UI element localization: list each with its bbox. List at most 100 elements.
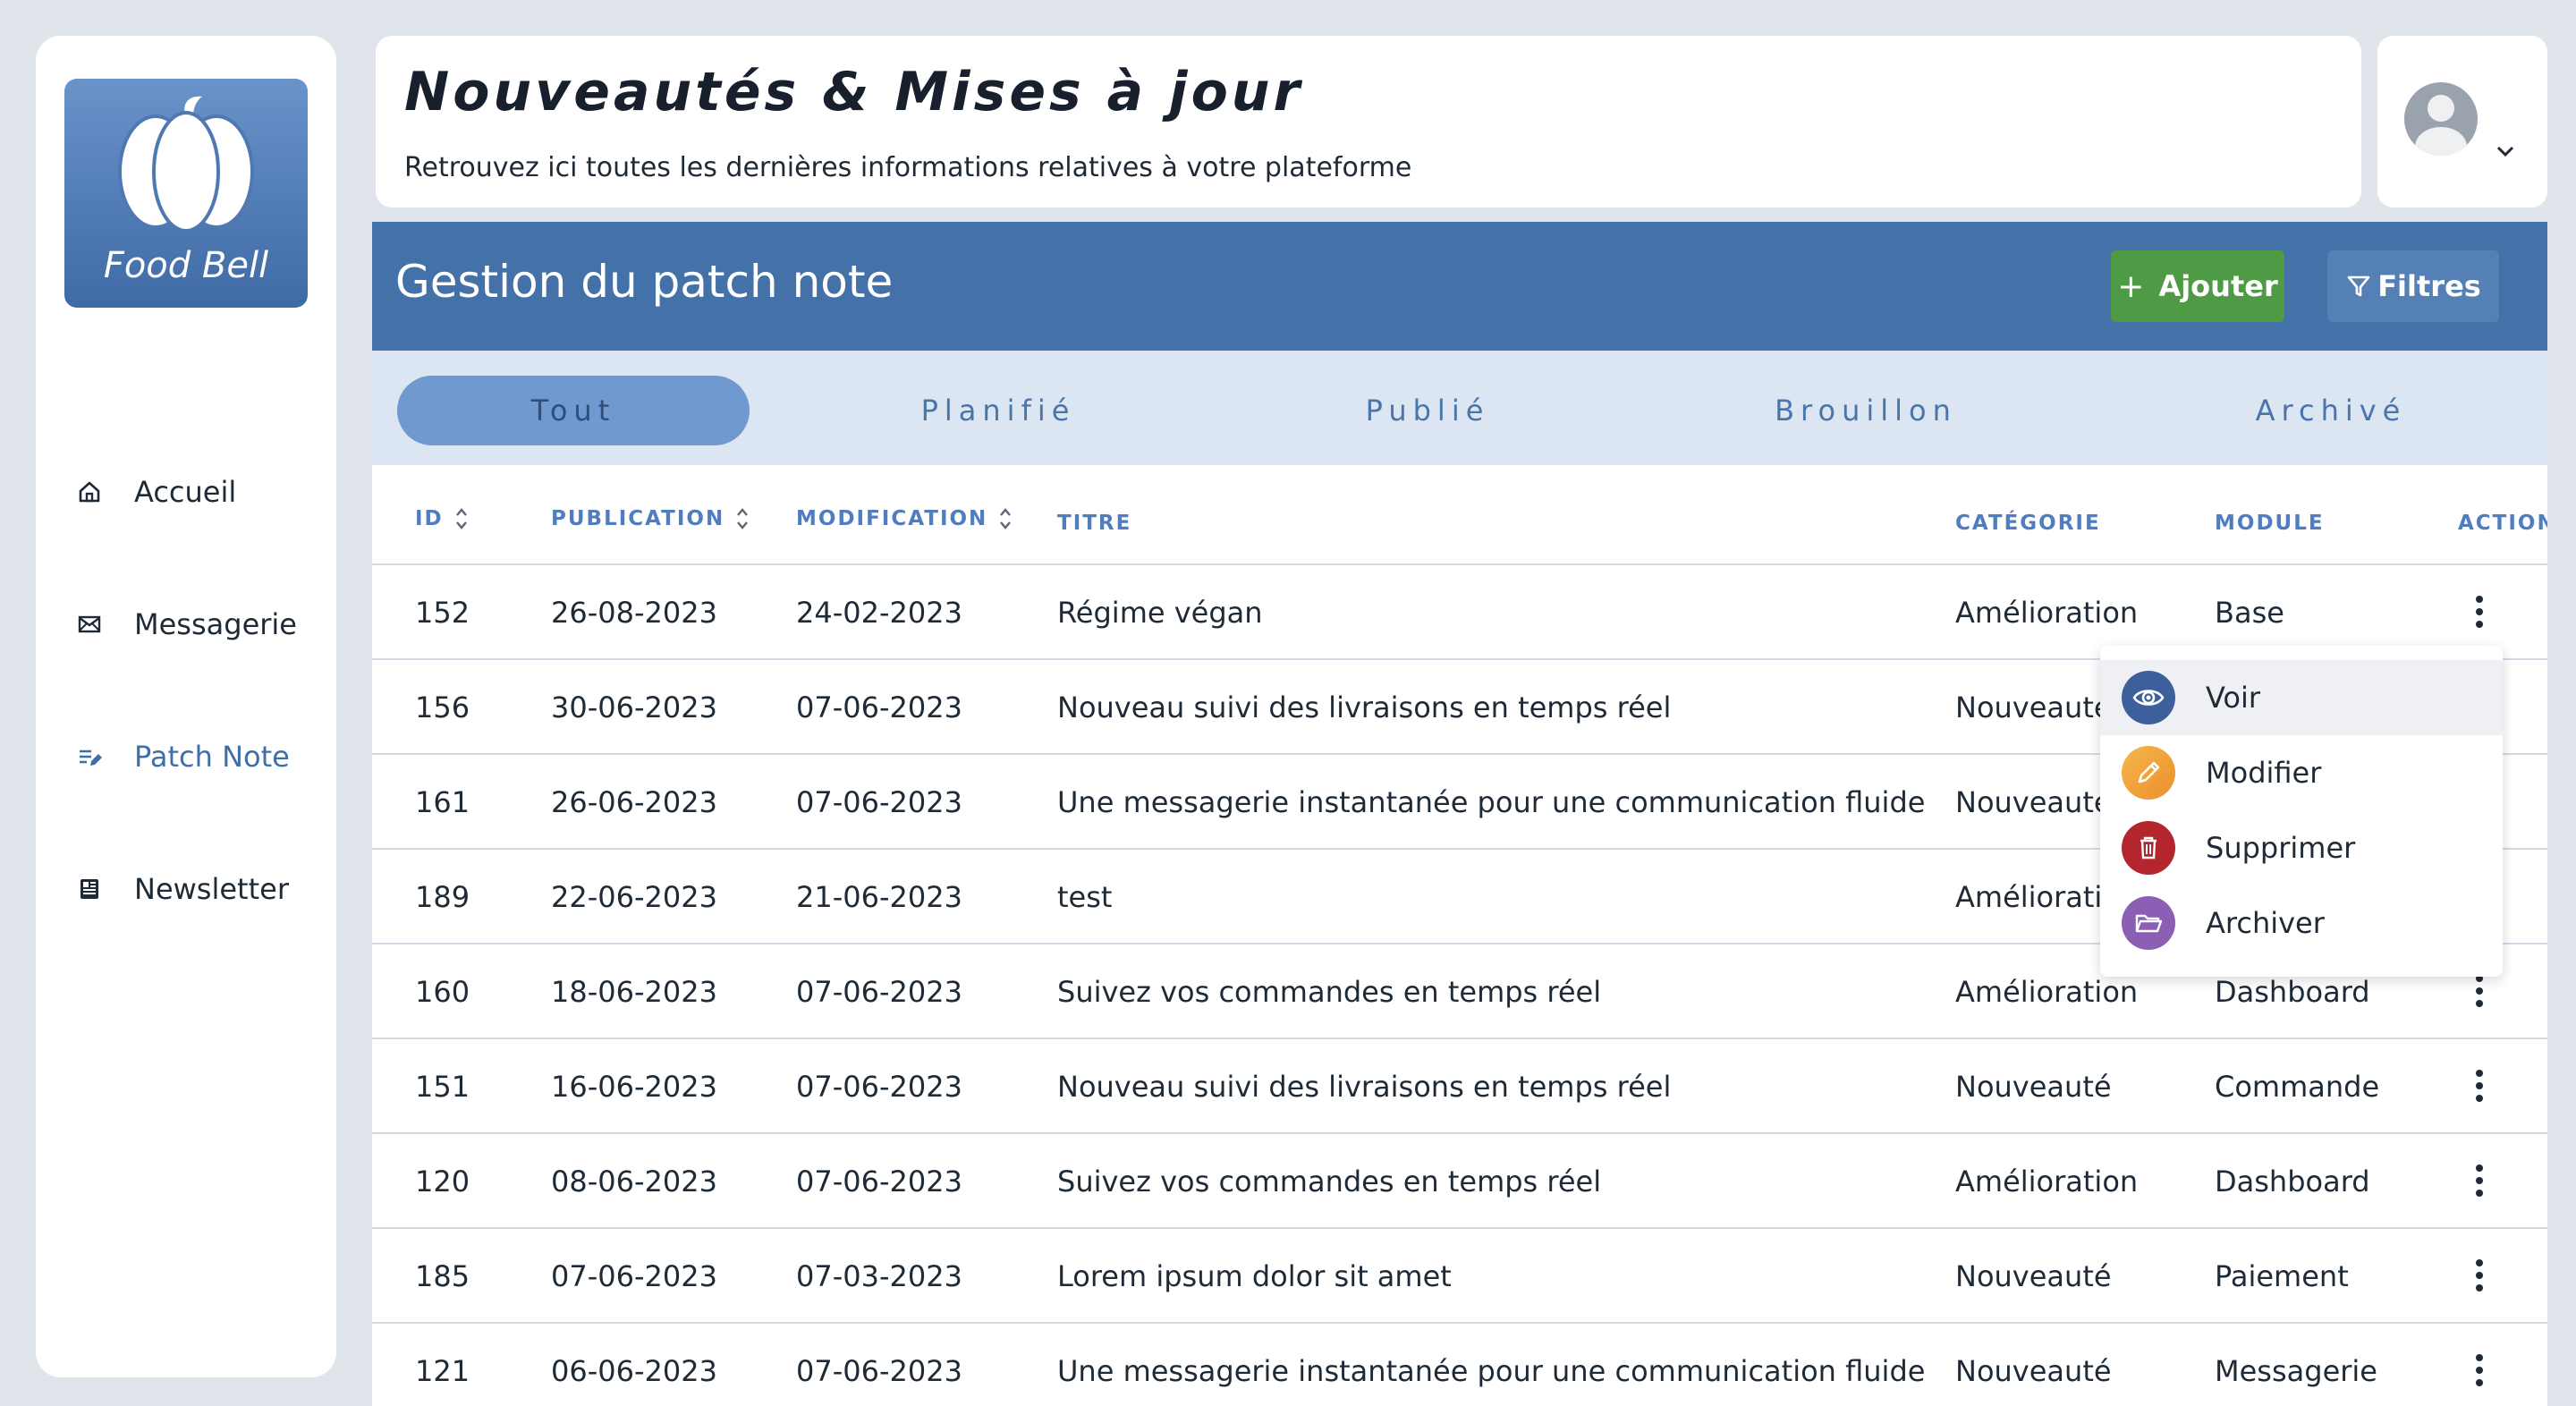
column-label: MODULE: [2215, 512, 2325, 535]
tab-label: Tout: [530, 394, 616, 428]
sidebar-item-label: Accueil: [134, 475, 237, 509]
cell-modification: 07-06-2023: [796, 785, 962, 819]
folder-icon: [2122, 896, 2175, 950]
cell-publication: 06-06-2023: [551, 1354, 717, 1388]
cell-id: 185: [415, 1259, 470, 1293]
patch-note-panel: Gestion du patch note + Ajouter Filtres …: [372, 222, 2547, 1406]
cell-id: 151: [415, 1070, 470, 1104]
cell-publication: 16-06-2023: [551, 1070, 717, 1104]
table-row[interactable]: 185 07-06-2023 07-03-2023 Lorem ipsum dolor…: [372, 1227, 2547, 1322]
cell-titre: Lorem ipsum dolor sit amet: [1057, 1259, 1452, 1293]
cell-publication: 18-06-2023: [551, 975, 717, 1009]
user-menu[interactable]: [2377, 36, 2547, 208]
column-label: ACTION: [2458, 512, 2547, 535]
cell-titre: Suivez vos commandes en temps réel: [1057, 975, 1602, 1009]
column-label: CATÉGORIE: [1955, 512, 2101, 535]
table-row[interactable]: 120 08-06-2023 07-06-2023 Suivez vos comman…: [372, 1132, 2547, 1227]
cell-id: 120: [415, 1165, 470, 1198]
filter-button-label: Filtres: [2377, 269, 2481, 303]
column-header-id[interactable]: ID: [415, 506, 469, 531]
sort-icon[interactable]: [735, 506, 750, 531]
menu-item-label: Modifier: [2206, 756, 2322, 790]
cell-module: Messagerie: [2215, 1354, 2377, 1388]
tab-label: Brouillon: [1775, 394, 1957, 428]
table-row[interactable]: 152 26-08-2023 24-02-2023 Régime végan Améli…: [372, 563, 2547, 658]
table-row[interactable]: 151 16-06-2023 07-06-2023 Nouveau suivi des…: [372, 1038, 2547, 1132]
cell-titre: Une messagerie instantanée pour une comm…: [1057, 785, 1926, 819]
cell-publication: 30-06-2023: [551, 690, 717, 724]
chevron-down-icon[interactable]: [2496, 145, 2515, 157]
cell-modification: 07-06-2023: [796, 690, 962, 724]
filter-button[interactable]: Filtres: [2327, 250, 2499, 322]
cell-categorie: Nouveauté: [1955, 1354, 2112, 1388]
cell-categorie: Amélioration: [1955, 596, 2139, 630]
sidebar-item-messagerie[interactable]: Messagerie: [75, 597, 297, 651]
cell-titre: Nouveau suivi des livraisons en temps ré…: [1057, 690, 1672, 724]
add-button-label: Ajouter: [2158, 269, 2278, 303]
panel-header: Gestion du patch note + Ajouter Filtres: [372, 222, 2547, 351]
pumpkin-icon: [118, 96, 254, 233]
page-title: Nouveautés & Mises à jour: [404, 61, 1304, 123]
column-header-modification[interactable]: MODIFICATION: [796, 506, 1013, 531]
cell-publication: 26-08-2023: [551, 596, 717, 630]
app-logo[interactable]: Food Bell: [64, 79, 308, 308]
page-subtitle: Retrouvez ici toutes les dernières infor…: [404, 152, 1412, 183]
sidebar-item-label: Newsletter: [134, 872, 289, 906]
sidebar-item-patch-note[interactable]: Patch Note: [75, 730, 290, 783]
menu-item-archiver[interactable]: Archiver: [2100, 885, 2503, 961]
sidebar-item-label: Messagerie: [134, 607, 297, 641]
column-header-publication[interactable]: PUBLICATION: [551, 506, 750, 531]
column-label: PUBLICATION: [551, 507, 725, 530]
column-header-action: ACTION: [2458, 512, 2547, 535]
tab-archive[interactable]: Archivé: [2143, 376, 2519, 445]
newspaper-icon: [75, 875, 104, 903]
action-menu: Voir Modifier Supprimer Archiver: [2100, 646, 2503, 977]
sort-icon[interactable]: [998, 506, 1013, 531]
cell-modification: 21-06-2023: [796, 880, 962, 914]
pencil-icon: [2122, 746, 2175, 800]
more-vertical-icon[interactable]: [2472, 973, 2487, 1009]
cell-categorie: Nouveauté: [1955, 785, 2112, 819]
cell-publication: 07-06-2023: [551, 1259, 717, 1293]
column-header-titre: TITRE: [1057, 512, 1131, 535]
tab-brouillon[interactable]: Brouillon: [1687, 376, 2045, 445]
avatar[interactable]: [2404, 82, 2478, 156]
sidebar-item-newsletter[interactable]: Newsletter: [75, 862, 289, 916]
filter-icon: [2347, 275, 2370, 297]
cell-id: 121: [415, 1354, 470, 1388]
cell-titre: Nouveau suivi des livraisons en temps ré…: [1057, 1070, 1672, 1104]
sidebar-item-accueil[interactable]: Accueil: [75, 465, 236, 519]
trash-icon: [2122, 821, 2175, 875]
tab-publie[interactable]: Publié: [1258, 376, 1597, 445]
cell-id: 156: [415, 690, 470, 724]
cell-module: Dashboard: [2215, 1165, 2370, 1198]
menu-item-label: Voir: [2206, 681, 2261, 715]
more-vertical-icon[interactable]: [2472, 1163, 2487, 1198]
home-icon: [75, 478, 104, 506]
more-vertical-icon[interactable]: [2472, 1352, 2487, 1388]
sidebar: Food Bell Accueil Messagerie Patch Note …: [36, 36, 336, 1377]
cell-categorie: Nouveauté: [1955, 1259, 2112, 1293]
menu-item-modifier[interactable]: Modifier: [2100, 735, 2503, 810]
tab-planifie[interactable]: Planifié: [828, 376, 1168, 445]
add-button[interactable]: + Ajouter: [2111, 250, 2284, 322]
more-vertical-icon[interactable]: [2472, 1068, 2487, 1104]
cell-modification: 07-06-2023: [796, 1070, 962, 1104]
cell-categorie: Amélioration: [1955, 975, 2139, 1009]
cell-titre: test: [1057, 880, 1113, 914]
page-header: Nouveautés & Mises à jour Retrouvez ici …: [376, 36, 2361, 208]
menu-item-supprimer[interactable]: Supprimer: [2100, 810, 2503, 885]
more-vertical-icon[interactable]: [2472, 594, 2487, 630]
more-vertical-icon[interactable]: [2472, 1258, 2487, 1293]
menu-item-voir[interactable]: Voir: [2100, 660, 2503, 735]
table-row[interactable]: 121 06-06-2023 07-06-2023 Une messagerie in…: [372, 1322, 2547, 1406]
sort-icon[interactable]: [454, 506, 469, 531]
cell-categorie: Nouveauté: [1955, 690, 2112, 724]
cell-modification: 07-06-2023: [796, 1354, 962, 1388]
tab-tout[interactable]: Tout: [397, 376, 750, 445]
cell-titre: Régime végan: [1057, 596, 1263, 630]
eye-icon: [2122, 671, 2175, 724]
cell-modification: 07-06-2023: [796, 975, 962, 1009]
tab-label: Planifié: [920, 394, 1076, 428]
cell-id: 161: [415, 785, 470, 819]
